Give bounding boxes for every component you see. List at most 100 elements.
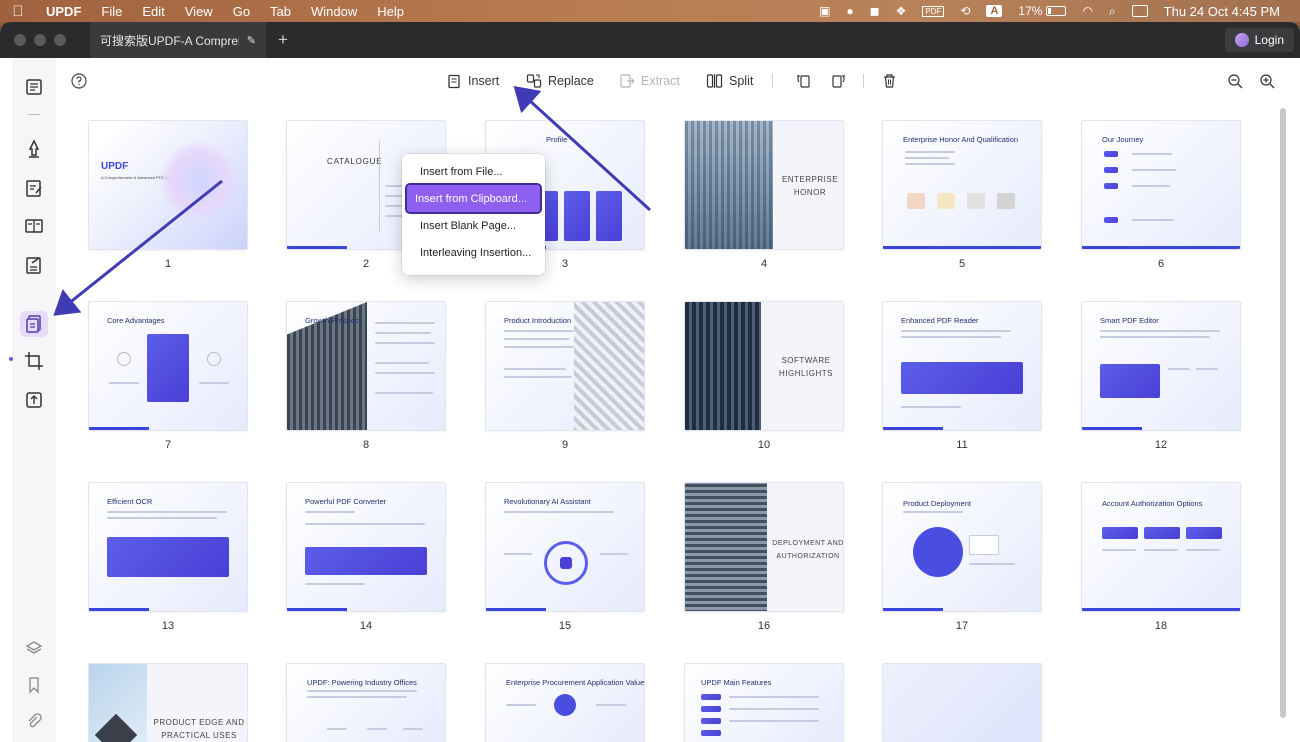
page-thumbnail[interactable]: Account Authorization Options [1081,482,1241,612]
help-button[interactable] [71,70,87,92]
building-photo [685,302,761,430]
insert-from-clipboard-option[interactable]: Insert from Clipboard... [405,183,542,214]
input-source-icon[interactable]: A [978,5,1010,17]
text-line [729,708,819,710]
page-thumbnail[interactable]: Enhanced PDF Reader [882,301,1042,431]
page-thumbnail[interactable]: UPDF Main Features [684,663,844,742]
text-line [504,368,566,370]
convert-tool-icon[interactable] [23,389,45,411]
organize-pages-icon[interactable] [20,311,48,337]
attachment-icon[interactable] [23,710,45,732]
text-line [504,511,614,513]
menu-help[interactable]: Help [367,4,414,19]
page-thumbnail[interactable]: SOFTWARE HIGHLIGHTS [684,301,844,431]
apple-menu-icon[interactable]:  [0,3,36,20]
form-tool-icon[interactable] [23,215,45,237]
feature-tag [701,730,721,736]
menubar-clock[interactable]: Thu 24 Oct 4:45 PM [1156,4,1288,19]
menu-view[interactable]: View [175,4,223,19]
page-thumbnail[interactable]: Growth Prospect [286,301,446,431]
rotate-left-button[interactable] [795,70,811,92]
timeline-marker [1104,151,1118,157]
page-thumbnail[interactable]: Enterprise Honor And Qualification [882,120,1042,250]
menu-app-name[interactable]: UPDF [36,4,91,19]
replace-button[interactable]: Replace [526,70,594,92]
page-thumbnail[interactable]: Revolutionary AI Assistant [485,482,645,612]
edit-pdf-icon[interactable] [23,177,45,199]
menu-go[interactable]: Go [223,4,260,19]
zoom-out-button[interactable] [1227,70,1243,92]
page-thumbnail[interactable]: ENTERPRISE HONOR [684,120,844,250]
reader-mode-icon[interactable] [23,76,45,98]
page-thumbnail[interactable]: UPDF A Comprehensive & Advanced PDF Edit… [88,120,248,250]
text-line [504,330,574,332]
page-footer-bar [1082,427,1142,430]
rotate-right-button[interactable] [831,70,847,92]
text-line [375,362,429,364]
battery-status[interactable]: 17% [1010,4,1074,18]
interleaving-insertion-option[interactable]: Interleaving Insertion... [407,239,540,266]
page-section-title: ENTERPRISE HONOR [781,175,839,197]
time-machine-icon[interactable]: ⟲ [952,4,978,18]
page-number: 5 [958,258,966,270]
page-thumbnail[interactable]: Our Journey [1081,120,1241,250]
text-line [504,553,532,555]
menu-tab[interactable]: Tab [260,4,301,19]
menu-window[interactable]: Window [301,4,367,19]
page-footer-bar [1082,246,1240,249]
close-window-button[interactable] [14,34,26,46]
layers-icon[interactable] [23,638,45,660]
document-tab[interactable]: 可搜索版UPDF-A Comprehensive… ✎ [90,22,266,58]
zoom-window-button[interactable] [54,34,66,46]
page-thumbnail[interactable]: Smart PDF Editor [1081,301,1241,431]
zoom-out-icon [1228,74,1243,89]
page-footer-bar [89,427,149,430]
page-thumbnail[interactable]: Product Introduction [485,301,645,431]
rename-pencil-icon[interactable]: ✎ [247,34,256,47]
crop-tool-icon[interactable] [23,350,45,372]
delete-page-button[interactable] [882,70,897,92]
menu-file[interactable]: File [91,4,132,19]
page-thumbnail[interactable]: Product Deployment [882,482,1042,612]
insert-blank-page-option[interactable]: Insert Blank Page... [407,212,540,239]
comment-tool-icon[interactable] [23,138,45,160]
page-number: 1 [164,258,172,270]
active-tool-indicator [9,357,13,361]
page-thumbnail[interactable]: Efficient OCR [88,482,248,612]
zoom-in-button[interactable] [1259,70,1275,92]
insert-button[interactable]: Insert [447,70,499,92]
split-button[interactable]: Split [706,70,753,92]
page-thumbnail[interactable]: Enterprise Procurement Application Value [485,663,645,742]
status-app-icon[interactable]: ▣ [811,4,838,18]
wifi-icon[interactable]: ◠ [1074,4,1100,18]
text-line [375,372,435,374]
page-thumbnail[interactable]: Powerful PDF Converter [286,482,446,612]
spotlight-search-icon[interactable]: ⌕ [1101,4,1124,19]
status-record-icon[interactable]: ● [838,4,861,18]
text-line [305,511,355,513]
new-tab-button[interactable]: + [266,30,300,50]
vertical-scrollbar[interactable] [1280,108,1286,718]
text-line [307,690,417,692]
help-icon [71,73,87,89]
fill-sign-icon[interactable] [23,254,45,276]
status-dropbox-icon[interactable]: ❖ [888,4,915,18]
page-title: Profile [546,135,568,144]
page-thumbnail[interactable]: DEPLOYMENT AND AUTHORIZATION [684,482,844,612]
control-center-icon[interactable] [1124,5,1156,17]
bookmark-icon[interactable] [23,674,45,696]
feature-screenshot-block [901,362,1023,394]
page-thumbnail[interactable] [882,663,1042,742]
page-thumbnail[interactable]: UPDF: Powering Industry Offices [286,663,446,742]
minimize-window-button[interactable] [34,34,46,46]
page-title: CATALOGUE [327,157,383,166]
extract-button[interactable]: Extract [619,70,680,92]
menu-edit[interactable]: Edit [132,4,174,19]
page-thumbnail[interactable]: Core Advantages [88,301,248,431]
login-button[interactable]: Login [1224,28,1294,52]
text-line [905,157,949,159]
status-app2-icon[interactable]: ◼ [862,4,888,18]
insert-from-file-option[interactable]: Insert from File... [407,158,540,185]
status-pdf-badge[interactable]: PDF [914,5,952,17]
page-thumbnail[interactable]: PRODUCT EDGE AND PRACTICAL USES [88,663,248,742]
